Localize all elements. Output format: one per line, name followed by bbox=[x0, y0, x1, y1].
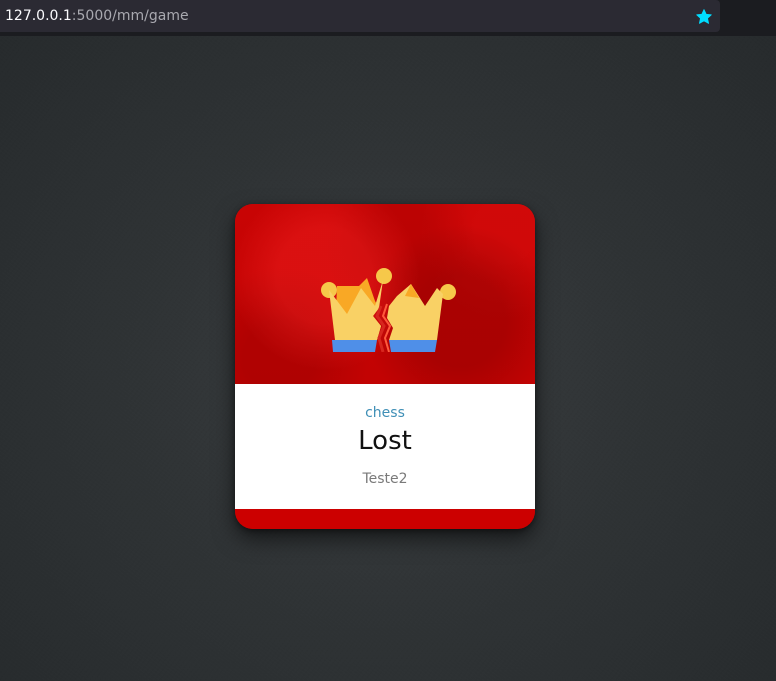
game-result-card[interactable]: chess Lost Teste2 bbox=[235, 204, 535, 529]
card-body: chess Lost Teste2 bbox=[235, 384, 535, 509]
address-bar[interactable]: 127.0.0.1:5000/mm/game bbox=[0, 0, 720, 32]
card-header bbox=[235, 204, 535, 384]
url-path: :5000/mm/game bbox=[71, 8, 189, 24]
game-name: chess bbox=[365, 405, 405, 421]
game-result: Lost bbox=[358, 426, 412, 456]
toolbar-extension-area bbox=[720, 0, 776, 36]
opponent-name: Teste2 bbox=[362, 471, 408, 487]
card-footer bbox=[235, 509, 535, 529]
address-text[interactable]: 127.0.0.1:5000/mm/game bbox=[5, 7, 189, 25]
url-host: 127.0.0.1 bbox=[5, 8, 72, 24]
broken-crown-icon bbox=[321, 268, 456, 352]
browser-toolbar: 127.0.0.1:5000/mm/game bbox=[0, 0, 776, 36]
star-icon[interactable] bbox=[695, 8, 713, 26]
